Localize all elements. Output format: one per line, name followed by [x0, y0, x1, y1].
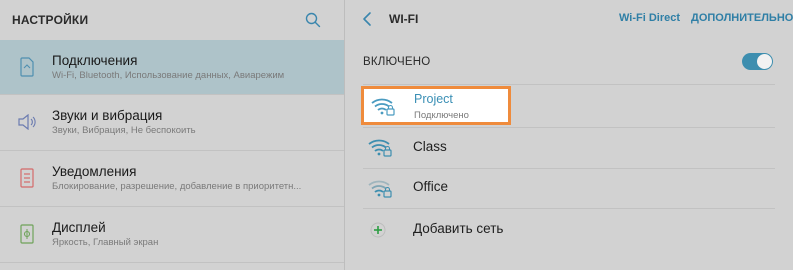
back-icon[interactable] [361, 11, 375, 27]
network-status: Подключено [414, 110, 469, 121]
search-icon[interactable] [304, 11, 322, 29]
menu-item-subtitle: Блокирование, разрешение, добавление в п… [52, 181, 302, 192]
toggle-knob [757, 54, 772, 69]
divider [0, 262, 344, 263]
add-network-button[interactable]: Добавить сеть [345, 212, 793, 248]
settings-pane: НАСТРОЙКИ Подключения Wi-Fi, Bluetooth, … [0, 0, 344, 270]
menu-item-connections[interactable]: Подключения Wi-Fi, Bluetooth, Использова… [0, 40, 344, 94]
menu-item-notifications[interactable]: Уведомления Блокирование, разрешение, до… [0, 151, 344, 205]
more-button[interactable]: ДОПОЛНИТЕЛЬНО [691, 12, 793, 24]
menu-item-title: Дисплей [52, 220, 106, 235]
connections-icon [0, 40, 52, 94]
wifi-lock-icon [368, 180, 392, 198]
wifi-header: WI-FI Wi-Fi Direct ДОПОЛНИТЕЛЬНО [345, 0, 793, 39]
sound-icon [0, 95, 52, 149]
menu-item-subtitle: Wi-Fi, Bluetooth, Использование данных, … [52, 70, 285, 81]
menu-item-display[interactable]: Дисплей Яркость, Главный экран [0, 207, 344, 261]
divider [363, 208, 775, 209]
menu-item-title: Подключения [52, 53, 138, 68]
menu-item-subtitle: Звуки, Вибрация, Не беспокоить [52, 125, 196, 136]
wifi-lock-icon [371, 98, 395, 116]
wifi-enabled-row: ВКЛЮЧЕНО [345, 40, 793, 84]
plus-icon [370, 222, 386, 238]
connected-network-highlight[interactable]: Project Подключено [361, 86, 511, 125]
divider [363, 84, 775, 85]
network-row-class[interactable]: Class [345, 128, 793, 168]
network-name: Office [413, 179, 449, 194]
menu-item-subtitle: Яркость, Главный экран [52, 237, 159, 248]
wifi-lock-icon [368, 139, 392, 157]
menu-item-title: Уведомления [52, 164, 137, 179]
network-name: Project [414, 92, 453, 106]
menu-item-sounds[interactable]: Звуки и вибрация Звуки, Вибрация, Не бес… [0, 95, 344, 149]
wifi-toggle[interactable] [742, 53, 773, 70]
settings-title: НАСТРОЙКИ [12, 12, 89, 27]
notifications-icon [0, 151, 52, 205]
add-network-label: Добавить сеть [413, 221, 504, 236]
wifi-enabled-label: ВКЛЮЧЕНО [363, 56, 431, 68]
display-icon [0, 207, 52, 261]
wifi-title: WI-FI [389, 12, 419, 26]
menu-item-title: Звуки и вибрация [52, 108, 163, 123]
settings-header: НАСТРОЙКИ [0, 0, 344, 39]
network-row-office[interactable]: Office [345, 169, 793, 209]
wifi-pane: WI-FI Wi-Fi Direct ДОПОЛНИТЕЛЬНО ВКЛЮЧЕН… [345, 0, 793, 270]
wifi-direct-button[interactable]: Wi-Fi Direct [619, 12, 680, 24]
network-name: Class [413, 139, 447, 154]
